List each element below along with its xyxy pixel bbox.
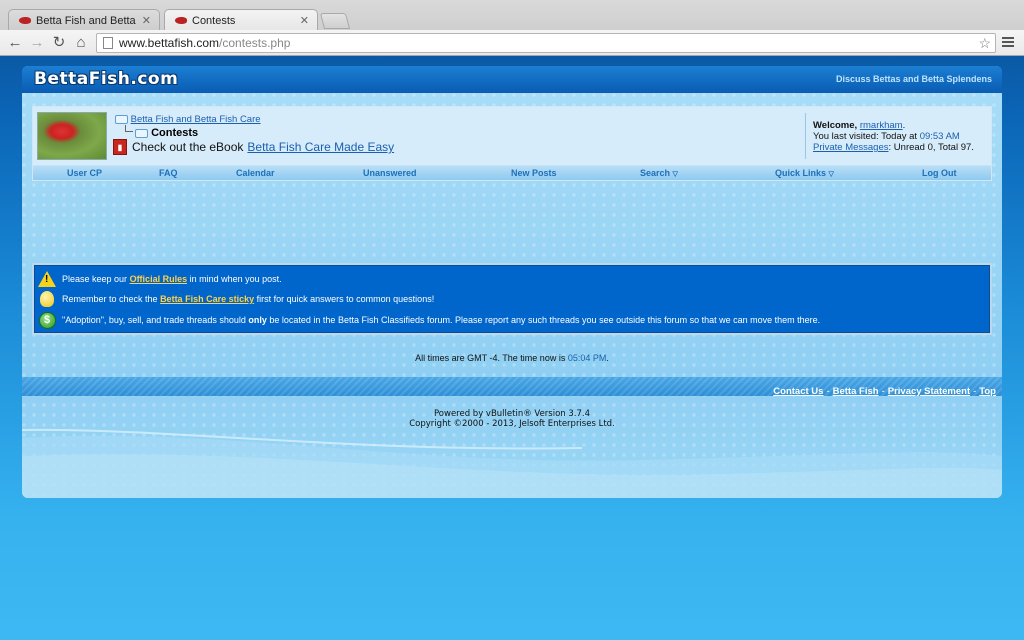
forum-container: BettaFish.com Discuss Bettas and Betta S… <box>22 66 1002 498</box>
close-icon[interactable]: ✕ <box>142 14 151 27</box>
contact-us-link[interactable]: Contact Us <box>773 386 823 397</box>
browser-tab[interactable]: Betta Fish and Betta Fish C ✕ <box>8 9 160 31</box>
chevron-down-icon: ▽ <box>672 171 678 178</box>
current-time: 05:04 PM <box>567 353 607 363</box>
browser-tab-strip: Betta Fish and Betta Fish C ✕ Contests ✕ <box>0 0 1024 31</box>
official-rules-link[interactable]: Official Rules <box>130 274 188 284</box>
site-tagline: Discuss Bettas and Betta Splendens <box>835 74 992 84</box>
welcome-prefix: Welcome, <box>813 120 858 131</box>
ebook-prefix: Check out the eBook <box>132 140 244 154</box>
forum-navbar: User CP FAQ Calendar Unanswered New Post… <box>33 165 991 180</box>
private-messages-link[interactable]: Private Messages <box>813 142 889 153</box>
privacy-statement-link[interactable]: Privacy Statement <box>888 386 970 397</box>
care-sticky-link[interactable]: Betta Fish Care sticky <box>160 294 254 304</box>
notice-sticky: Remember to check the Betta Fish Care st… <box>38 290 434 308</box>
page-icon <box>103 37 113 49</box>
breadcrumb: Betta Fish and Betta Fish Care <box>115 114 261 125</box>
time-info: All times are GMT -4. The time now is 05… <box>415 353 609 363</box>
tab-title: Contests <box>192 14 236 27</box>
betta-fish-link[interactable]: Betta Fish <box>833 386 879 397</box>
nav-new-posts[interactable]: New Posts <box>511 168 557 178</box>
fish-favicon-icon <box>175 17 187 24</box>
pdf-icon: ▮ <box>113 139 127 155</box>
notice-rules: ! Please keep our Official Rules in mind… <box>38 270 282 288</box>
nav-user-cp[interactable]: User CP <box>67 168 102 178</box>
nav-faq[interactable]: FAQ <box>159 168 178 178</box>
close-icon[interactable]: ✕ <box>300 14 309 27</box>
forum-avatar-image <box>37 112 107 160</box>
forward-arrow-icon[interactable]: → <box>28 34 46 52</box>
lightbulb-icon <box>38 290 56 308</box>
welcome-box: Welcome, rmarkham. You last visited: Tod… <box>813 120 974 153</box>
notice-adoption: $ "Adoption", buy, sell, and trade threa… <box>38 311 820 329</box>
url-host: www.bettafish.com <box>119 36 220 50</box>
reload-icon[interactable]: ↻ <box>50 34 68 52</box>
nav-calendar[interactable]: Calendar <box>236 168 275 178</box>
page-title: Contests <box>125 125 198 139</box>
top-link[interactable]: Top <box>979 386 996 397</box>
navigation-panel: Betta Fish and Betta Fish Care Contests … <box>32 106 992 181</box>
address-bar[interactable]: www.bettafish.com/contests.php ☆ <box>96 33 996 53</box>
back-arrow-icon[interactable]: ← <box>6 34 24 52</box>
site-header: BettaFish.com Discuss Bettas and Betta S… <box>22 66 1002 93</box>
powered-by-text: Powered by vBulletin® Version 3.7.4 <box>433 409 591 419</box>
home-icon[interactable]: ⌂ <box>72 34 90 52</box>
breadcrumb-parent-link[interactable]: Betta Fish and Betta Fish Care <box>131 114 261 125</box>
ebook-promo: ▮ Check out the eBook Betta Fish Care Ma… <box>113 139 394 155</box>
nav-search[interactable]: Search ▽ <box>640 168 678 178</box>
last-visited-time: 09:53 AM <box>919 131 960 142</box>
last-visited-label: You last visited: Today at <box>813 131 918 142</box>
username-link[interactable]: rmarkham <box>860 120 903 131</box>
warning-icon: ! <box>38 270 56 288</box>
forum-notices: ! Please keep our Official Rules in mind… <box>32 263 992 335</box>
chevron-down-icon: ▽ <box>828 171 834 178</box>
decorative-wave <box>22 428 1002 498</box>
nav-unanswered[interactable]: Unanswered <box>363 168 417 178</box>
new-tab-button[interactable] <box>319 13 351 29</box>
browser-toolbar: ← → ↻ ⌂ www.bettafish.com/contests.php ☆ <box>0 30 1024 56</box>
dollar-coin-icon: $ <box>38 311 56 329</box>
nav-quick-links[interactable]: Quick Links ▽ <box>775 168 834 178</box>
footer-links-bar: Contact Us - Betta Fish - Privacy Statement -… <box>22 377 1002 397</box>
folder-open-icon <box>135 128 148 138</box>
url-path: /contests.php <box>219 36 291 50</box>
bookmark-star-icon[interactable]: ☆ <box>978 34 991 52</box>
site-logo[interactable]: BettaFish.com <box>34 69 178 89</box>
ebook-link[interactable]: Betta Fish Care Made Easy <box>247 140 394 154</box>
tab-title: Betta Fish and Betta Fish C <box>36 14 136 27</box>
browser-tab-active[interactable]: Contests ✕ <box>164 9 318 31</box>
folder-icon <box>115 114 128 124</box>
breadcrumb-current: Contests <box>151 127 199 139</box>
pm-status: : Unread 0, Total 97. <box>888 142 974 153</box>
menu-icon[interactable] <box>1002 37 1014 49</box>
nav-log-out[interactable]: Log Out <box>922 168 957 178</box>
fish-favicon-icon <box>19 17 31 24</box>
breadcrumb-area: Betta Fish and Betta Fish Care Contests … <box>33 107 991 165</box>
